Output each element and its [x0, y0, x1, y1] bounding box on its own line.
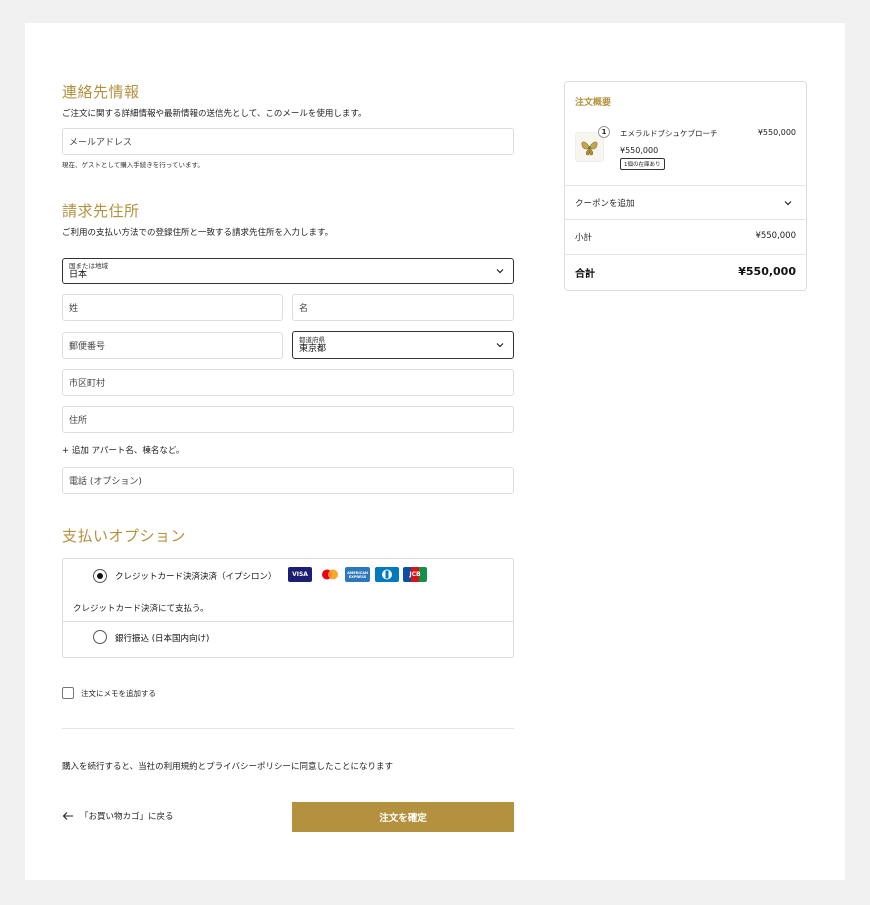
credit-card-radio[interactable] [93, 569, 107, 583]
chevron-down-icon [496, 343, 504, 348]
jcb-icon: JCB [403, 567, 427, 582]
product-price: ¥550,000 [757, 128, 796, 137]
last-name-field[interactable]: 姓 [62, 294, 283, 321]
email-field[interactable]: メールアドレス [62, 128, 514, 155]
diners-club-icon [375, 567, 399, 582]
back-to-cart-label: 「お買い物カゴ」に戻る [80, 812, 174, 822]
credit-card-option-description: クレジットカード決済にて支払う。 [73, 604, 209, 614]
credit-card-option-label: クレジットカード決済決済（イプシロン） [115, 572, 277, 582]
summary-divider [565, 219, 806, 220]
product-name: エメラルドブシュケブローチ [620, 129, 718, 138]
total-label: 合計 [575, 269, 595, 280]
contact-description: ご注文に関する詳細情報や最新情報の送信先として、このメールを使用します。 [62, 109, 367, 119]
brooch-icon [581, 141, 598, 156]
guest-note: 現在、ゲストとして購入手続きを行っています。 [62, 161, 204, 169]
address-field[interactable]: 住所 [62, 406, 514, 433]
country-select[interactable]: 国または地域 日本 [62, 258, 514, 284]
total-value: ¥550,000 [738, 265, 796, 278]
back-to-cart-link[interactable]: 「お買い物カゴ」に戻る [62, 810, 174, 822]
chevron-down-icon [496, 269, 504, 274]
bank-transfer-radio[interactable] [93, 630, 107, 644]
confirm-order-button[interactable]: 注文を確定 [292, 802, 514, 832]
visa-icon: VISA [288, 567, 312, 582]
subtotal-value: ¥550,000 [755, 231, 796, 241]
terms-text: 購入を続行すると、当社の利用規約とプライバシーポリシーに同意したことになります [62, 762, 393, 772]
first-name-placeholder: 名 [299, 304, 309, 314]
bank-transfer-option-label: 銀行振込 (日本国内向け) [115, 634, 210, 644]
postal-code-field[interactable]: 郵便番号 [62, 332, 283, 359]
summary-title: 注文概要 [575, 98, 612, 108]
order-summary: 注文概要 1 エメラルドブシュケブローチ ¥550,000 ¥550,000 1… [564, 81, 807, 291]
chevron-down-icon [784, 201, 792, 206]
first-name-field[interactable]: 名 [292, 294, 514, 321]
summary-divider [565, 254, 806, 255]
section-divider [62, 728, 514, 729]
billing-description: ご利用の支払い方法での登録住所と一致する請求先住所を入力します。 [62, 228, 334, 238]
mastercard-icon [322, 569, 338, 580]
quantity-badge: 1 [598, 126, 610, 138]
country-label: 国または地域 [69, 262, 108, 270]
last-name-placeholder: 姓 [69, 304, 79, 314]
postal-placeholder: 郵便番号 [69, 342, 106, 352]
country-value: 日本 [69, 270, 88, 280]
billing-heading: 請求先住所 [62, 202, 140, 220]
order-note-checkbox[interactable] [62, 687, 74, 699]
city-placeholder: 市区町村 [69, 379, 106, 389]
payment-options: クレジットカード決済決済（イプシロン） VISA AMERICAN EXPRES… [62, 558, 514, 658]
contact-heading: 連絡先情報 [62, 83, 140, 101]
payment-heading: 支払いオプション [62, 527, 187, 545]
arrow-left-icon [62, 812, 73, 820]
coupon-label: クーポンを追加 [575, 199, 635, 209]
prefecture-value: 東京都 [299, 344, 327, 354]
stock-badge: 1個の在庫あり [620, 158, 665, 170]
email-placeholder: メールアドレス [69, 138, 133, 148]
coupon-toggle[interactable]: クーポンを追加 [565, 186, 806, 219]
prefecture-select[interactable]: 都道府県 東京都 [292, 331, 514, 359]
address-placeholder: 住所 [69, 416, 88, 426]
checkout-page: 連絡先情報 ご注文に関する詳細情報や最新情報の送信先として、このメールを使用しま… [25, 23, 845, 880]
amex-icon: AMERICAN EXPRESS [345, 567, 370, 582]
phone-field[interactable]: 電話 (オプション) [62, 467, 514, 494]
order-note-label: 注文にメモを追加する [81, 689, 156, 698]
phone-placeholder: 電話 (オプション) [69, 477, 142, 487]
product-unit-price: ¥550,000 [620, 146, 659, 155]
subtotal-label: 小計 [575, 233, 593, 243]
prefecture-label: 都道府県 [299, 336, 325, 344]
add-apartment-link[interactable]: + 追加 アパート名、棟名など。 [62, 444, 184, 456]
payment-divider [63, 621, 513, 622]
city-field[interactable]: 市区町村 [62, 369, 514, 396]
